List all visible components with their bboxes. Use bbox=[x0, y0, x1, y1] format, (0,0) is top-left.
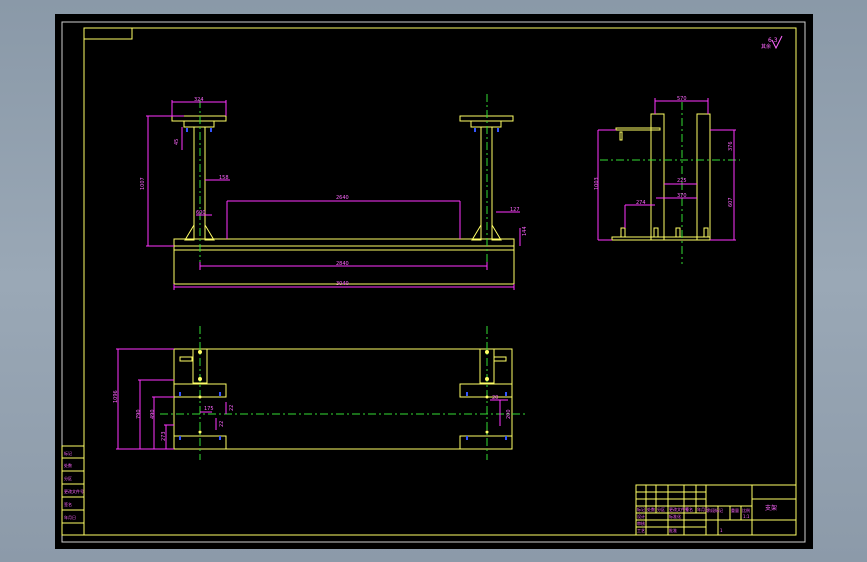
dim-top-total-h: 1096 bbox=[113, 390, 119, 403]
roughness-note: 其余 bbox=[761, 43, 771, 50]
dim-mid-offset: 158 bbox=[219, 175, 229, 181]
roughness-value: 6.3 bbox=[768, 37, 778, 44]
roughness-symbol: 6.3 其余 bbox=[761, 35, 783, 50]
dim-top-h3: 490 bbox=[150, 409, 156, 419]
tb-sheet: 1 bbox=[720, 528, 723, 533]
dim-total-height: 1007 bbox=[140, 177, 146, 190]
dim-side-right-h: 607 bbox=[728, 197, 734, 207]
dim-top-gap-a: 175 bbox=[204, 406, 214, 412]
dim-top-h4: 273 bbox=[161, 431, 167, 441]
sheet-frame bbox=[61, 21, 806, 543]
dim-side-lower-mid: 370 bbox=[677, 193, 687, 199]
tb-stage-0: 阶段标记 bbox=[707, 507, 723, 513]
side-row-0: 标记 bbox=[64, 450, 72, 456]
tb-stage-2: 比例 bbox=[742, 507, 750, 513]
side-row-3: 更改文件号 bbox=[64, 488, 84, 494]
tb-cell-4: 签名 bbox=[685, 506, 693, 512]
tb-cell-1: 处数 bbox=[647, 506, 655, 512]
tb-cell-8: 审核 bbox=[637, 520, 645, 526]
side-view[interactable] bbox=[597, 98, 740, 264]
side-row-2: 分区 bbox=[64, 475, 72, 481]
dim-top-plate-width: 324 bbox=[194, 97, 204, 103]
front-view[interactable] bbox=[146, 94, 521, 290]
tb-cell-10: 批准 bbox=[669, 527, 677, 533]
dim-side-upper-h: 376 bbox=[728, 141, 734, 151]
top-view-dim-labels: 1096 790 490 273 175 22 22 20 200 bbox=[113, 390, 512, 441]
dim-span-inner: 2640 bbox=[336, 195, 349, 201]
dim-top-r2: 200 bbox=[506, 409, 512, 419]
dim-side-mid-w: 225 bbox=[677, 178, 687, 184]
cad-drawing-canvas[interactable]: 6.3 其余 324 45 1007 158 600 2640 127 144 … bbox=[0, 0, 867, 562]
dim-overall-length: 3040 bbox=[336, 281, 349, 287]
title-block-labels: 标记 处数 分区 更改文件号 签名 年月日 设计 标准化 审核 工艺 批准 阶段… bbox=[637, 504, 777, 533]
tb-cell-2: 分区 bbox=[657, 506, 665, 512]
dim-post-offset: 45 bbox=[174, 139, 180, 145]
dim-top-r1: 20 bbox=[492, 395, 498, 401]
dim-top-gap-c: 22 bbox=[219, 421, 225, 427]
front-view-dim-labels: 324 45 1007 158 600 2640 127 144 2840 30… bbox=[140, 97, 528, 287]
dim-top-h2: 790 bbox=[136, 409, 142, 419]
dim-side-top-width: 570 bbox=[677, 96, 687, 102]
top-view[interactable] bbox=[116, 326, 526, 460]
tb-scale: 1:1 bbox=[743, 514, 750, 519]
tb-cell-0: 标记 bbox=[637, 506, 645, 512]
dim-base-h: 144 bbox=[522, 226, 528, 236]
dim-side-height-total: 1003 bbox=[594, 177, 600, 190]
tb-cell-7: 标准化 bbox=[669, 513, 681, 519]
tb-drawing-name: 支架 bbox=[765, 504, 777, 512]
side-row-5: 年月日 bbox=[64, 514, 76, 520]
tb-stage-1: 重量 bbox=[731, 507, 739, 513]
tb-cell-6: 设计 bbox=[637, 513, 645, 519]
tb-cell-9: 工艺 bbox=[637, 528, 645, 533]
dim-top-gap-b: 22 bbox=[229, 405, 235, 411]
side-row-1: 处数 bbox=[64, 462, 72, 468]
dim-lower-offset: 600 bbox=[196, 210, 206, 216]
dim-base-inner: 2840 bbox=[336, 261, 349, 267]
side-row-4: 签名 bbox=[64, 501, 72, 507]
dim-side-lower-left: 274 bbox=[636, 200, 646, 206]
dim-right-h: 127 bbox=[510, 207, 520, 213]
